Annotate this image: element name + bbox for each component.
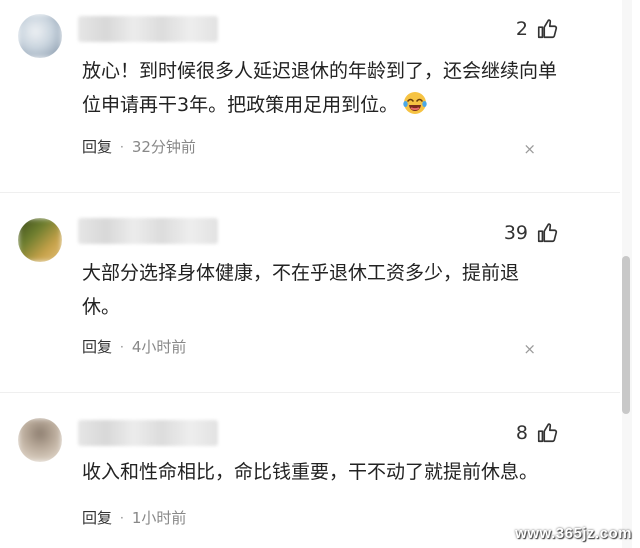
comment-text: 大部分选择身体健康，不在乎退休工资多少，提前退休。 [82, 262, 520, 318]
meta-separator: · [120, 510, 124, 525]
reply-button[interactable]: 回复 [82, 336, 112, 357]
like-count: 39 [503, 222, 528, 244]
scrollbar-thumb[interactable] [622, 256, 630, 414]
timestamp: 32分钟前 [131, 138, 196, 156]
thumbs-up-icon [537, 423, 558, 443]
comment-text: 收入和性命相比，命比钱重要，干不动了就提前休息。 [82, 461, 539, 483]
close-icon[interactable]: × [523, 340, 536, 358]
username-blurred[interactable] [78, 420, 218, 446]
close-icon[interactable]: × [523, 140, 536, 158]
timestamp: 1小时前 [131, 509, 187, 527]
timestamp: 4小时前 [131, 338, 187, 356]
reply-button[interactable]: 回复 [82, 507, 112, 528]
avatar[interactable] [18, 218, 62, 262]
username-blurred[interactable] [78, 16, 218, 42]
meta-separator: · [120, 139, 124, 154]
meta-separator: · [120, 339, 124, 354]
watermark: www.365jz.com [515, 525, 632, 542]
thumbs-up-icon [537, 223, 558, 243]
avatar[interactable] [18, 418, 62, 462]
like-button[interactable]: 39 [504, 222, 558, 244]
username-blurred[interactable] [78, 218, 218, 244]
like-button[interactable]: 8 [516, 422, 558, 444]
reply-button[interactable]: 回复 [82, 136, 112, 157]
comment-meta: 回复 · 32分钟前 [82, 136, 196, 157]
laughing-tears-emoji [403, 92, 427, 114]
comment-text: 放心！到时候很多人延迟退休的年龄到了，还会继续向单位申请再干3年。把政策用足用到… [82, 60, 558, 116]
like-count: 2 [515, 18, 528, 40]
divider [0, 392, 620, 393]
thumbs-up-icon [537, 19, 558, 39]
like-count: 8 [515, 422, 528, 444]
comment-meta: 回复 · 1小时前 [82, 507, 186, 528]
avatar[interactable] [18, 14, 62, 58]
divider [0, 192, 620, 193]
comment-meta: 回复 · 4小时前 [82, 336, 186, 357]
like-button[interactable]: 2 [516, 18, 558, 40]
